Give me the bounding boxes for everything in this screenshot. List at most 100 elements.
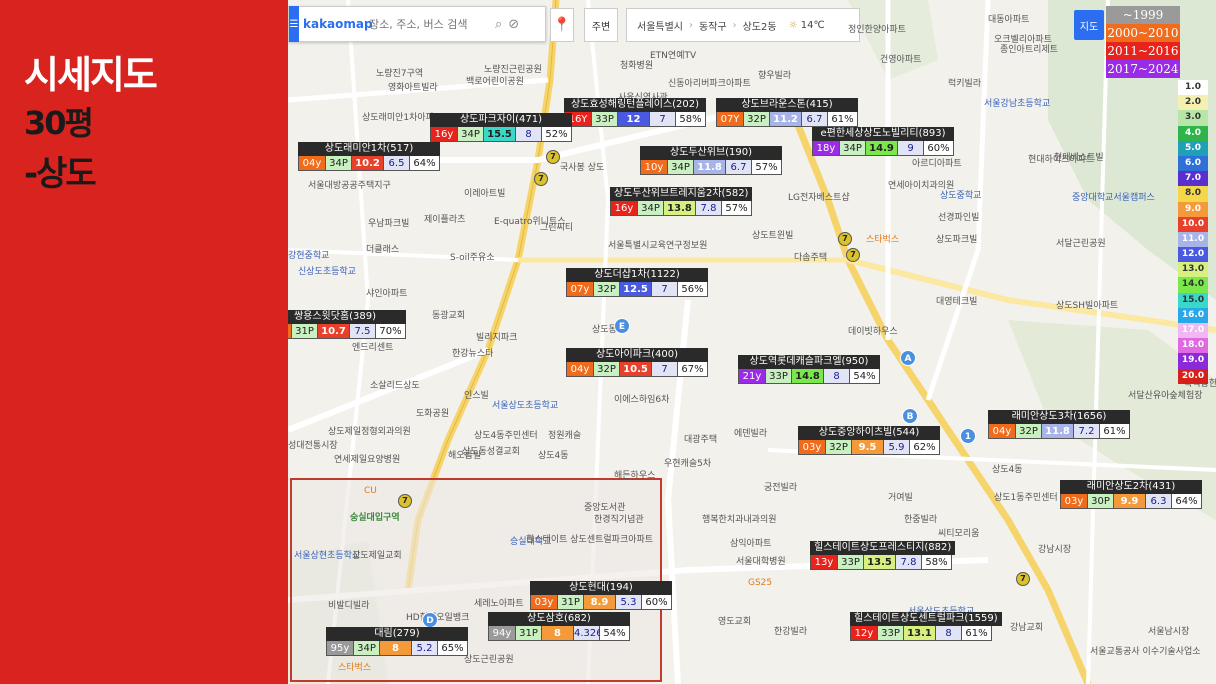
place-label[interactable]: 이에스하임6차 bbox=[614, 392, 669, 405]
search-input[interactable] bbox=[369, 17, 489, 31]
nearby-button[interactable]: 주변 bbox=[584, 8, 618, 42]
place-label[interactable]: 비발디빌라 bbox=[328, 598, 369, 611]
place-label[interactable]: 힐스테이트 상도센트럴파크아파트 bbox=[526, 532, 653, 545]
place-label[interactable]: 선경파인빌 bbox=[938, 210, 979, 223]
place-label[interactable]: 종인아트리제트 bbox=[1000, 42, 1058, 55]
place-label[interactable]: 영화아트빌라 bbox=[388, 80, 438, 93]
place-label[interactable]: 그린씨티 bbox=[540, 220, 573, 233]
subway-station-icon[interactable]: 7 bbox=[546, 150, 560, 164]
place-label[interactable]: 노량진7구역 bbox=[376, 66, 423, 79]
exit-e-marker[interactable]: E bbox=[614, 318, 630, 334]
apartment-card[interactable]: 래미안상도2차(431) 03y 30P 9.9 6.3 64% bbox=[1060, 480, 1202, 509]
exit-a-marker[interactable]: A bbox=[900, 350, 916, 366]
place-label[interactable]: 성대전통시장 bbox=[288, 438, 338, 451]
place-label[interactable]: 우현캐슬5차 bbox=[664, 456, 711, 469]
place-label[interactable]: 궁전빌라 bbox=[764, 480, 797, 493]
place-label[interactable]: 정인한양아파트 bbox=[848, 22, 906, 35]
place-label[interactable]: 상도4동 bbox=[992, 462, 1023, 475]
place-label[interactable]: 이레아트빌 bbox=[464, 186, 505, 199]
place-label[interactable]: 럭키빌라 bbox=[948, 76, 981, 89]
place-label[interactable]: 서울대방공공주택지구 bbox=[308, 178, 391, 191]
place-label[interactable]: 현대베스트빌 bbox=[1054, 150, 1104, 163]
apartment-card[interactable]: 상도두산위브트레지움2차(582) 16y 34P 13.8 7.8 57% bbox=[610, 187, 753, 216]
place-label[interactable]: 향우빌라 bbox=[758, 68, 791, 81]
place-label[interactable]: 다솜주택 bbox=[794, 250, 827, 263]
subway-station-icon[interactable]: 7 bbox=[846, 248, 860, 262]
place-label[interactable]: 강현중학교 bbox=[288, 248, 329, 261]
place-label[interactable]: 영도교회 bbox=[718, 614, 751, 627]
search-icon[interactable]: ⌕ bbox=[495, 17, 502, 32]
place-label[interactable]: 청화병원 bbox=[620, 58, 653, 71]
place-label[interactable]: 한강뉴스타 bbox=[452, 346, 493, 359]
place-label[interactable]: 상도SH빌아파트 bbox=[1056, 298, 1118, 311]
apartment-card[interactable]: 힐스테이트상도센트럴파크(1559) 12y 33P 13.1 8 61% bbox=[850, 612, 1002, 641]
apartment-card[interactable]: 래미안상도3차(1656) 04y 32P 11.8 7.2 61% bbox=[988, 410, 1130, 439]
station-label[interactable]: 숭실대입구역 bbox=[350, 510, 400, 523]
apartment-card[interactable]: 상도현대(194) 03y 31P 8.9 5.3 60% bbox=[530, 581, 672, 610]
place-label[interactable]: 인스빌 bbox=[464, 388, 489, 401]
place-label[interactable]: 상도1동주민센터 bbox=[994, 490, 1058, 503]
place-label[interactable]: 한강빌라 bbox=[774, 624, 807, 637]
place-label[interactable]: 한중빌라 bbox=[904, 512, 937, 525]
subway-station-icon[interactable]: 7 bbox=[838, 232, 852, 246]
apartment-card[interactable]: 상도더샵1차(1122) 07y 32P 12.5 7 56% bbox=[566, 268, 708, 297]
place-label[interactable]: 아르디아파트 bbox=[912, 156, 962, 169]
place-label[interactable]: 정원캐슬 bbox=[548, 428, 581, 441]
apartment-card[interactable]: 상도두산위브(190) 10y 34P 11.8 6.7 57% bbox=[640, 146, 782, 175]
place-label[interactable]: 엔드리센트 bbox=[352, 340, 393, 353]
place-label[interactable]: 동광교회 bbox=[432, 308, 465, 321]
apartment-card[interactable]: 상도삼호(682) 94y 31P 8 4.326 54% bbox=[488, 612, 630, 641]
place-label[interactable]: 에덴빌라 bbox=[734, 426, 767, 439]
apartment-card[interactable]: 대림(279) 95y 34P 8 5.2 65% bbox=[326, 627, 468, 656]
apartment-card[interactable]: 상도역롯데캐슬파크엘(950) 21y 33P 14.8 8 54% bbox=[738, 355, 880, 384]
place-label[interactable]: 삼익아파트 bbox=[730, 536, 771, 549]
place-label[interactable]: 서울교통공사 이수기술사업소 bbox=[1090, 644, 1201, 657]
place-label[interactable]: 신상도초등학교 bbox=[298, 264, 356, 277]
place-label[interactable]: 상도제일정형외과의원 bbox=[328, 424, 411, 437]
place-label[interactable]: 상도트윈빌 bbox=[752, 228, 793, 241]
place-label[interactable]: 서울상현초등학교 bbox=[294, 548, 360, 561]
place-label[interactable]: 우남파크빌 bbox=[368, 216, 409, 229]
breadcrumb-district[interactable]: 동작구 bbox=[699, 18, 727, 33]
place-label[interactable]: 대영테크빌 bbox=[936, 294, 977, 307]
place-label[interactable]: GS25 bbox=[748, 578, 772, 588]
exit-b-marker[interactable]: B bbox=[902, 408, 918, 424]
place-label[interactable]: 서울대학병원 bbox=[736, 554, 786, 567]
place-label[interactable]: 스타벅스 bbox=[338, 660, 371, 673]
place-label[interactable]: 신동아리버파크아파트 bbox=[668, 76, 751, 89]
subway-station-icon[interactable]: 7 bbox=[398, 494, 412, 508]
apartment-card[interactable]: 상도효성해링턴플레이스(202) 16Y 33P 12 7 58% bbox=[564, 98, 706, 127]
breadcrumb-dong[interactable]: 상도2동 bbox=[743, 18, 777, 33]
place-label[interactable]: 해오름빌 bbox=[448, 448, 481, 461]
place-label[interactable]: 건영아파트 bbox=[880, 52, 921, 65]
place-label[interactable]: 연세제일요양병원 bbox=[334, 452, 400, 465]
place-label[interactable]: 상도중학교 bbox=[940, 188, 981, 201]
place-label[interactable]: 서울강남초등학교 bbox=[984, 96, 1050, 109]
place-label[interactable]: 세레노아파트 bbox=[474, 596, 524, 609]
place-label[interactable]: 서달산유아숲체험장 bbox=[1128, 388, 1203, 401]
place-label[interactable]: ETN연예TV bbox=[650, 48, 696, 61]
place-label[interactable]: 상도근린공원 bbox=[464, 652, 514, 665]
apartment-card[interactable]: 상도파크자이(471) 16y 34P 15.5 8 52% bbox=[430, 113, 572, 142]
apartment-card[interactable]: 상도래미안1차(517) 04y 34P 10.2 6.5 64% bbox=[298, 142, 440, 171]
place-label[interactable]: 서울상도초등학교 bbox=[492, 398, 558, 411]
exit-d-marker[interactable]: D bbox=[422, 612, 438, 628]
place-label[interactable]: LG전자베스트샵 bbox=[788, 190, 850, 203]
map-view[interactable]: ☰ kakaomap ⌕ ⊘ 📍 주변 서울특별시 › 동작구 › 상도2동 ☼… bbox=[288, 0, 1216, 684]
apartment-card[interactable]: 힐스테이트상도프레스티지(882) 13y 33P 13.5 7.8 58% bbox=[810, 541, 956, 570]
place-label[interactable]: 상도4동 bbox=[538, 448, 569, 461]
place-label[interactable]: 소살리드상도 bbox=[370, 378, 420, 391]
subway-station-icon[interactable]: 7 bbox=[1016, 572, 1030, 586]
place-label[interactable]: 대동아파트 bbox=[988, 12, 1029, 25]
place-label[interactable]: 빌리지파크 bbox=[476, 330, 517, 343]
place-label[interactable]: 더클래스 bbox=[366, 242, 399, 255]
place-label[interactable]: 상도파크빌 bbox=[936, 232, 977, 245]
place-label[interactable]: 서울남시장 bbox=[1148, 624, 1189, 637]
route-icon[interactable]: ⊘ bbox=[508, 17, 519, 32]
place-label[interactable]: 국사봉 상도 bbox=[560, 160, 604, 173]
apartment-card[interactable]: 상도중앙하이츠빌(544) 03y 32P 9.5 5.9 62% bbox=[798, 426, 940, 455]
place-label[interactable]: 강남시장 bbox=[1038, 542, 1071, 555]
subway-station-icon[interactable]: 7 bbox=[534, 172, 548, 186]
exit-1-marker[interactable]: 1 bbox=[960, 428, 976, 444]
place-label[interactable]: 샤인아파트 bbox=[366, 286, 407, 299]
